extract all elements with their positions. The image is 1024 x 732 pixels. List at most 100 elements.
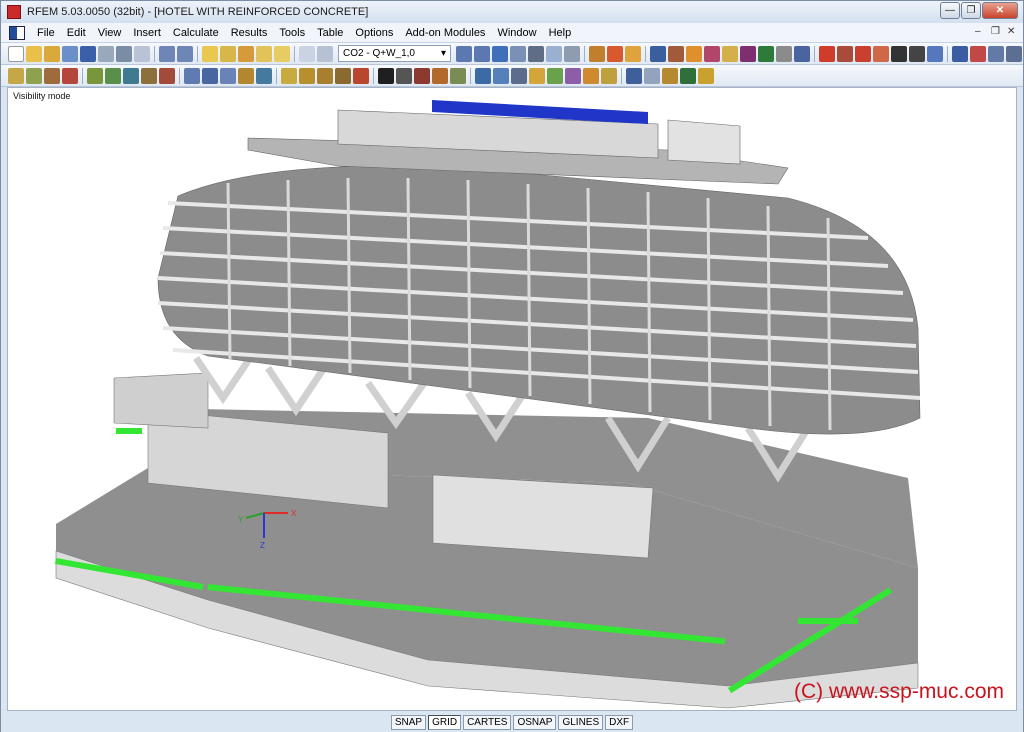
open-project-icon[interactable] [44,45,60,62]
export-icon[interactable] [988,45,1004,62]
snap-toggle[interactable]: SNAP [390,714,427,730]
calculate-icon[interactable] [492,45,508,62]
export-3d-icon[interactable] [680,67,696,84]
minimize-button[interactable]: — [940,2,960,19]
show-model-icon[interactable] [686,45,702,62]
load-icon[interactable] [184,67,200,84]
nodal-load-icon[interactable] [202,67,218,84]
module-icon[interactable] [927,45,943,62]
document-menu-icon[interactable] [9,25,25,40]
view-x-icon[interactable] [281,67,297,84]
close-button[interactable]: ✕ [982,2,1018,19]
isometric-icon[interactable] [335,67,351,84]
cross-icon[interactable] [855,45,871,62]
opening-icon[interactable] [123,67,139,84]
window-icon[interactable] [952,45,968,62]
view-icon[interactable] [794,45,810,62]
transparent-icon[interactable] [450,67,466,84]
surface-results-icon[interactable] [625,45,641,62]
check-icon[interactable] [644,67,660,84]
printout-icon[interactable] [134,45,150,62]
open-folder-icon[interactable] [26,45,42,62]
measure-icon[interactable] [626,67,642,84]
print-report-icon[interactable] [98,45,114,62]
doc-restore-icon[interactable]: ❐ [991,26,1000,37]
mirror-icon[interactable] [837,45,853,62]
save-icon[interactable] [80,45,96,62]
zoom-window-icon[interactable] [396,67,412,84]
solid-icon[interactable] [105,67,121,84]
member-icon[interactable] [159,67,175,84]
animation-icon[interactable] [564,45,580,62]
new-file-icon[interactable] [8,45,24,62]
sections-icon[interactable] [740,45,756,62]
load-combination-select[interactable]: CO2 - Q+W_1,0 ▾ [338,45,451,62]
table-icon[interactable] [299,45,315,62]
menu-table[interactable]: Table [311,27,349,39]
options-icon[interactable] [909,45,925,62]
maximize-button[interactable]: ❐ [961,2,981,19]
navigator-icon[interactable] [317,45,333,62]
view-y-icon[interactable] [299,67,315,84]
numbering-icon[interactable] [493,67,509,84]
filter-icon[interactable] [565,67,581,84]
tools-icon[interactable] [873,45,889,62]
supports-icon[interactable] [704,45,720,62]
menu-options[interactable]: Options [349,27,399,39]
doc-close-icon[interactable]: ✕ [1007,26,1015,37]
grid-icon[interactable] [650,45,666,62]
edit-icon[interactable] [202,45,218,62]
model-viewport[interactable]: Visibility mode X Y Z (C) www.ssp-muc.co… [7,87,1017,711]
camera-icon[interactable] [891,45,907,62]
next-loadcase-icon[interactable] [474,45,490,62]
delete-icon[interactable] [819,45,835,62]
find-icon[interactable] [220,45,236,62]
title-bar[interactable]: RFEM 5.03.0050 (32bit) - [HOTEL WITH REI… [1,1,1023,23]
solid-render-icon[interactable] [432,67,448,84]
polyline-icon[interactable] [44,67,60,84]
select-icon[interactable] [238,45,254,62]
dxf-toggle[interactable]: DXF [605,714,634,730]
snap-icon[interactable] [529,67,545,84]
info-icon[interactable] [256,45,272,62]
grid-toggle[interactable]: GRID [428,714,462,730]
loads-icon[interactable] [722,45,738,62]
display-icon[interactable] [475,67,491,84]
settings-icon[interactable] [698,67,714,84]
doc-minimize-icon[interactable]: – [975,26,981,37]
model-icon[interactable] [62,45,78,62]
surface-load-icon[interactable] [238,67,254,84]
generate-load-icon[interactable] [256,67,272,84]
layers-icon[interactable] [511,67,527,84]
zoom-all-icon[interactable] [378,67,394,84]
results-icon[interactable] [510,45,526,62]
cad-icon[interactable] [970,45,986,62]
menu-file[interactable]: File [31,27,61,39]
coordinate-icon[interactable] [583,67,599,84]
menu-insert[interactable]: Insert [127,27,167,39]
menu-edit[interactable]: Edit [61,27,92,39]
cartes-toggle[interactable]: CARTES [463,714,512,730]
previous-loadcase-icon[interactable] [456,45,472,62]
help-icon[interactable] [1006,45,1022,62]
render-mode-icon[interactable] [414,67,430,84]
pointer-icon[interactable] [8,67,24,84]
show-results-icon[interactable] [528,45,544,62]
visibility-icon[interactable] [547,67,563,84]
redo-icon[interactable] [177,45,193,62]
draw-line-icon[interactable] [26,67,42,84]
menu-tools[interactable]: Tools [273,27,311,39]
print-graphic-icon[interactable] [116,45,132,62]
view-z-icon[interactable] [317,67,333,84]
glines-toggle[interactable]: GLINES [558,714,604,730]
cut-icon[interactable] [662,67,678,84]
values-icon[interactable] [546,45,562,62]
menu-add-on-modules[interactable]: Add-on Modules [399,27,491,39]
surface-icon[interactable] [87,67,103,84]
materials-icon[interactable] [758,45,774,62]
render-icon[interactable] [776,45,792,62]
menu-calculate[interactable]: Calculate [167,27,225,39]
deformation-icon[interactable] [589,45,605,62]
osnap-toggle[interactable]: OSNAP [513,714,557,730]
menu-results[interactable]: Results [225,27,274,39]
